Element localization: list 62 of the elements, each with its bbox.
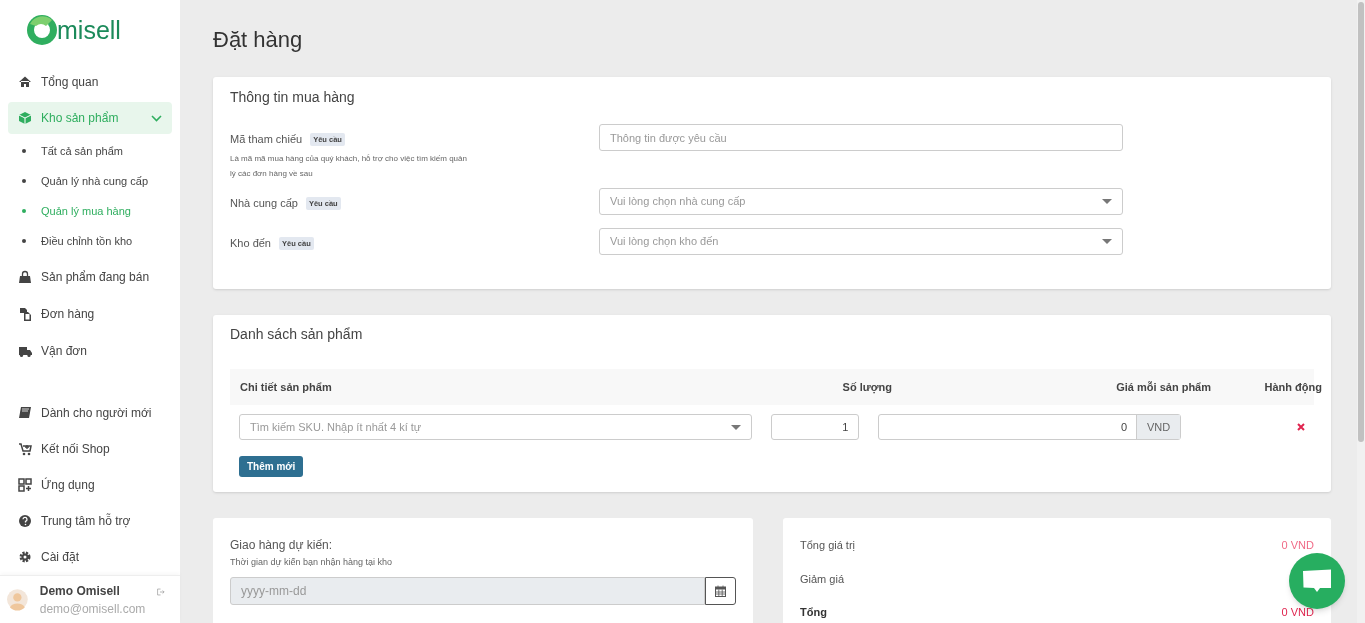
field-label: Nhà cung cấp <box>230 196 298 211</box>
chevron-icon[interactable] <box>151 114 162 122</box>
submenu-item[interactable]: Tất cả sản phẩm <box>8 136 172 167</box>
bullet-icon <box>22 239 26 244</box>
card-title: Danh sách sản phẩm <box>230 325 364 344</box>
omisell-logo: misell <box>26 14 121 47</box>
column-header: Giá mỗi sản phẩm <box>1115 379 1211 395</box>
field-label: Mã tham chiếu <box>230 132 303 147</box>
truck-icon <box>18 344 32 359</box>
gear-icon <box>18 550 32 565</box>
sidebar-item[interactable]: Sản phẩm đang bán <box>8 261 172 294</box>
cart-icon <box>18 442 32 457</box>
sidebar-item[interactable]: Cài đặt <box>8 541 172 574</box>
sidebar-item[interactable]: Đơn hàng <box>8 298 172 331</box>
dropdown-caret-icon[interactable] <box>1102 199 1112 204</box>
user-email: demo@omisell.com <box>39 600 146 618</box>
text-field[interactable]: Thông tin được yêu cầu <box>599 124 1123 151</box>
bullet-icon <box>22 149 26 154</box>
user-name: Demo Omisell <box>39 582 121 600</box>
documents-icon <box>18 307 32 322</box>
sidebar-item[interactable]: Tổng quan <box>8 66 172 99</box>
sidebar-item[interactable]: Dành cho người mới <box>8 397 172 430</box>
home-icon <box>18 75 32 90</box>
quantity-field[interactable]: 1 <box>771 414 860 440</box>
summary-value: 0 VND <box>1281 605 1314 620</box>
help-text: Là mã mã mua hàng của quý khách, hỗ trợ cho việc tìm kiếm quản lý các đơn hàng về sau <box>230 152 468 180</box>
card-title: Thông tin mua hàng <box>230 88 356 107</box>
question-icon <box>18 514 32 529</box>
sidebar-item[interactable]: Vận đơn <box>8 335 172 368</box>
help-text: Thời gian dự kiến bạn nhận hàng tại kho <box>230 556 394 569</box>
column-header: Hành động <box>1263 379 1322 396</box>
summary-label: Giảm giá <box>800 571 845 587</box>
summary-label: Tổng <box>800 605 827 620</box>
chat-icon[interactable] <box>1302 568 1332 594</box>
dropdown-caret-icon[interactable] <box>731 424 742 430</box>
sidebar-item[interactable]: Ứng dụng <box>8 469 172 502</box>
price-field[interactable]: 0 VND <box>878 414 1181 440</box>
column-header: Chi tiết sản phẩm <box>240 379 333 395</box>
cube-icon <box>18 111 32 126</box>
dropdown-caret-icon[interactable] <box>1102 239 1112 244</box>
summary-value: 0 VND <box>1281 538 1314 553</box>
field-label: Kho đến <box>230 236 271 251</box>
field-label: Giao hàng dự kiến: <box>230 537 334 554</box>
summary-label: Tổng giá trị <box>800 538 856 553</box>
sidebar-item[interactable]: Kết nối Shop <box>8 433 172 466</box>
calendar-icon[interactable] <box>715 584 726 597</box>
date-field[interactable]: yyyy-mm-dd <box>230 576 705 605</box>
add-button[interactable]: Thêm mới <box>239 456 304 477</box>
scrollbar[interactable] <box>1357 0 1365 623</box>
calendar-button[interactable] <box>705 576 736 605</box>
sidebar-item[interactable]: Trung tâm hỗ trợ <box>8 505 172 538</box>
bullet-icon <box>22 209 26 214</box>
shopping-bag-icon <box>18 270 32 285</box>
page-title: Đặt hàng <box>213 26 304 54</box>
bullet-icon <box>22 179 26 184</box>
submenu-item[interactable]: Điều chỉnh tồn kho <box>8 226 172 257</box>
delete-button[interactable] <box>1297 423 1305 431</box>
column-header: Số lượng <box>841 379 892 396</box>
currency-label: VND <box>1136 415 1180 439</box>
book-icon <box>18 406 32 421</box>
grid-plus-icon <box>18 478 32 493</box>
submenu-item[interactable]: Quản lý nhà cung cấp <box>8 166 172 197</box>
